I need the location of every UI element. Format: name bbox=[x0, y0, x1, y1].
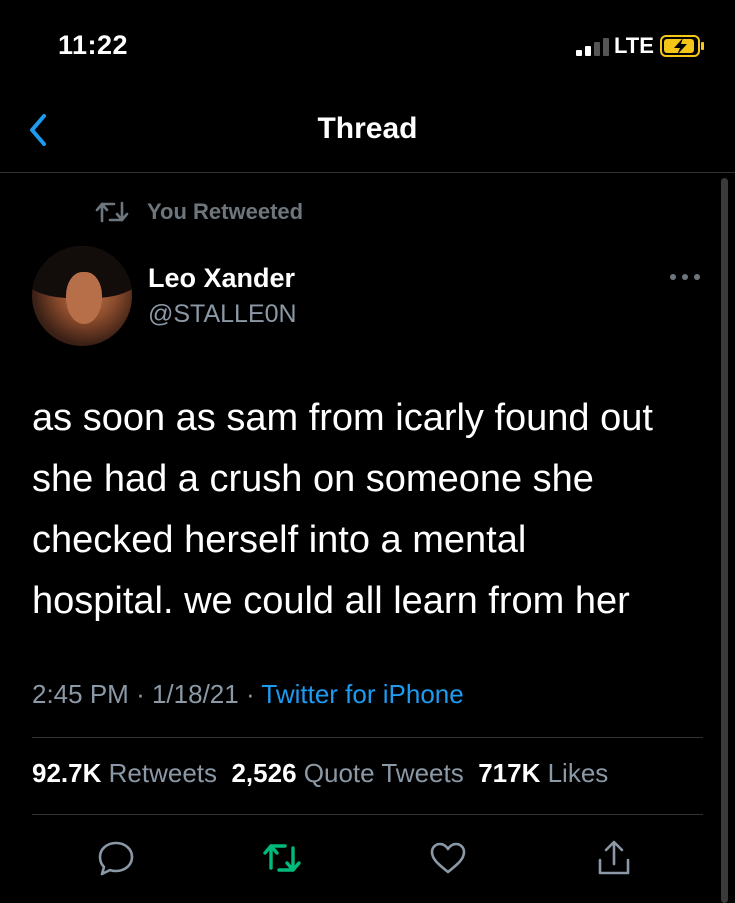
status-bar: 11:22 LTE bbox=[0, 0, 735, 90]
tweet-text-line: hospital. we could all learn from her bbox=[32, 580, 630, 622]
page-title: Thread bbox=[317, 112, 418, 145]
retweets-label: Retweets bbox=[108, 758, 218, 788]
reply-icon[interactable] bbox=[96, 838, 136, 878]
tweet-text-line: as soon as sam from icarly found out bbox=[32, 397, 653, 439]
meta-separator: · bbox=[136, 679, 145, 709]
quote-tweets-stat[interactable]: 2,526 Quote Tweets bbox=[231, 758, 463, 788]
tweet-text: as soon as sam from icarly found out she… bbox=[32, 388, 712, 632]
retweet-icon bbox=[95, 201, 129, 223]
share-icon[interactable] bbox=[594, 838, 634, 878]
scrollbar[interactable] bbox=[721, 178, 728, 903]
tweet-text-line: checked herself into a mental bbox=[32, 519, 527, 561]
author-name[interactable]: Leo Xander bbox=[148, 263, 295, 294]
like-icon[interactable] bbox=[428, 838, 468, 878]
retweets-stat[interactable]: 92.7K Retweets bbox=[32, 758, 217, 788]
author-handle[interactable]: @STALLE0N bbox=[148, 300, 297, 329]
tweet-date: 1/18/21 bbox=[151, 679, 239, 709]
meta-separator: · bbox=[245, 679, 255, 709]
retweet-notice-label: You Retweeted bbox=[147, 199, 304, 224]
tweet-time: 2:45 PM bbox=[32, 679, 129, 709]
retweet-notice: You Retweeted bbox=[95, 196, 303, 228]
tweet-metadata: 2:45 PM · 1/18/21 · Twitter for iPhone bbox=[32, 679, 464, 710]
likes-count: 717K bbox=[478, 758, 541, 788]
tweet-text-line: she had a crush on someone she bbox=[32, 458, 594, 500]
divider bbox=[32, 737, 703, 738]
divider bbox=[32, 814, 703, 815]
cellular-signal-icon bbox=[576, 38, 609, 56]
quote-tweets-label: Quote Tweets bbox=[303, 758, 464, 788]
retweet-button-icon[interactable] bbox=[262, 838, 302, 878]
tweet-stats: 92.7K Retweets 2,526 Quote Tweets 717K L… bbox=[32, 758, 608, 789]
network-type: LTE bbox=[614, 33, 654, 58]
tweet-source-link[interactable]: Twitter for iPhone bbox=[261, 679, 463, 709]
likes-stat[interactable]: 717K Likes bbox=[478, 758, 608, 788]
avatar[interactable] bbox=[32, 246, 132, 346]
more-options-icon[interactable] bbox=[668, 270, 702, 284]
retweets-count: 92.7K bbox=[32, 758, 102, 788]
navigation-bar: Thread bbox=[0, 92, 735, 173]
battery-charging-icon bbox=[660, 35, 704, 57]
likes-label: Likes bbox=[547, 758, 609, 788]
quote-tweets-count: 2,526 bbox=[231, 758, 297, 788]
status-time: 11:22 bbox=[58, 30, 129, 60]
